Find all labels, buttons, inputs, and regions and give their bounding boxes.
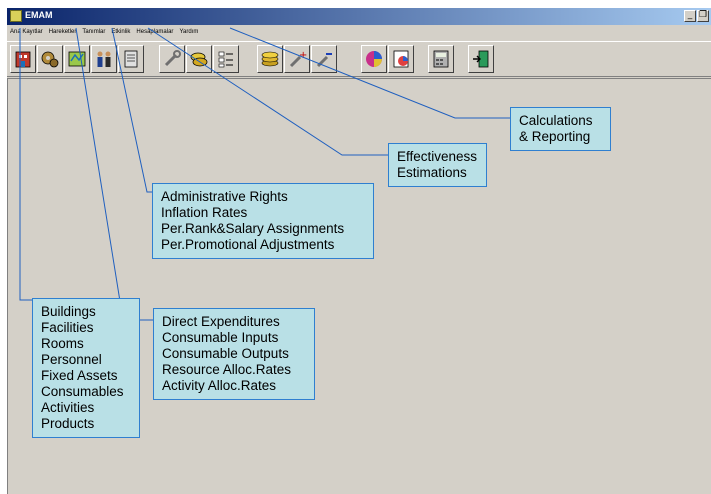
callout-transactions: Direct Expenditures Consumable Inputs Co… bbox=[153, 308, 315, 400]
callout-line: Fixed Assets bbox=[41, 368, 118, 383]
wrench-button[interactable] bbox=[159, 45, 185, 73]
calculator-button[interactable] bbox=[428, 45, 454, 73]
menu-hareketler[interactable]: Hareketler bbox=[46, 26, 80, 39]
callout-line: Per.Promotional Adjustments bbox=[161, 237, 335, 252]
callout-definitions: Administrative Rights Inflation Rates Pe… bbox=[152, 183, 374, 259]
coins-icon bbox=[190, 52, 208, 67]
money-button[interactable] bbox=[257, 45, 283, 73]
callout-line: Rooms bbox=[41, 336, 84, 351]
exit-door-icon bbox=[473, 50, 489, 68]
title-bar[interactable]: EMAM _ ❐ bbox=[7, 8, 711, 25]
callout-line: Consumables bbox=[41, 384, 124, 399]
callout-line: Buildings bbox=[41, 304, 96, 319]
tools-minus-button[interactable] bbox=[311, 45, 337, 73]
restore-button[interactable]: ❐ bbox=[697, 10, 709, 22]
records-button[interactable] bbox=[10, 45, 36, 73]
menu-etkinlik[interactable]: Etkinlik bbox=[108, 26, 133, 39]
pie-chart-button[interactable] bbox=[361, 45, 387, 73]
people-icon bbox=[97, 51, 111, 67]
app-icon bbox=[10, 10, 22, 22]
svg-text:+: + bbox=[299, 50, 307, 61]
callout-line: Direct Expenditures bbox=[162, 314, 280, 329]
callout-records: Buildings Facilities Rooms Personnel Fix… bbox=[32, 298, 140, 438]
callout-line: Consumable Inputs bbox=[162, 330, 279, 345]
callout-line: Activities bbox=[41, 400, 95, 415]
gears-icon bbox=[41, 51, 59, 68]
callout-line: Calculations bbox=[519, 113, 593, 128]
menu-yardim[interactable]: Yardım bbox=[176, 26, 201, 39]
coins-button[interactable] bbox=[186, 45, 212, 73]
tools-plus-button[interactable]: + bbox=[284, 45, 310, 73]
callout-line: Inflation Rates bbox=[161, 205, 248, 220]
map-icon bbox=[68, 51, 86, 67]
exit-button[interactable] bbox=[468, 45, 494, 73]
report-button[interactable] bbox=[388, 45, 414, 73]
money-stack-icon bbox=[261, 51, 279, 67]
callout-line: Per.Rank&Salary Assignments bbox=[161, 221, 345, 236]
gears-button[interactable] bbox=[37, 45, 63, 73]
callout-line: Administrative Rights bbox=[161, 189, 288, 204]
list-icon bbox=[218, 51, 233, 68]
callout-calculations: Calculations & Reporting bbox=[510, 107, 611, 151]
callout-line: Products bbox=[41, 416, 95, 431]
minimize-button[interactable]: _ bbox=[684, 10, 696, 22]
callout-line: & Reporting bbox=[519, 129, 591, 144]
tools-minus-icon bbox=[316, 53, 332, 68]
menu-hesaplamalar[interactable]: Hesaplamalar bbox=[133, 26, 176, 39]
report-chart-icon bbox=[393, 50, 409, 68]
building-icon bbox=[15, 51, 31, 68]
wrench-icon bbox=[164, 50, 181, 67]
calculator-icon bbox=[433, 50, 449, 68]
callout-effectiveness: Effectiveness Estimations bbox=[388, 143, 487, 187]
menu-bar: Ana Kayıtlar Hareketler Tanımlar Etkinli… bbox=[7, 26, 711, 39]
callout-line: Consumable Outputs bbox=[162, 346, 289, 361]
list-button[interactable] bbox=[213, 45, 239, 73]
document-icon bbox=[124, 50, 138, 68]
window-controls: _ ❐ bbox=[684, 10, 709, 23]
callout-line: Personnel bbox=[41, 352, 102, 367]
callout-line: Effectiveness bbox=[397, 149, 478, 164]
callout-line: Resource Alloc.Rates bbox=[162, 362, 292, 377]
menu-tanimlar[interactable]: Tanımlar bbox=[79, 26, 108, 39]
tools-plus-icon: + bbox=[289, 50, 307, 68]
callout-line: Activity Alloc.Rates bbox=[162, 378, 277, 393]
toolbar: + bbox=[7, 41, 711, 77]
window-title: EMAM bbox=[25, 10, 53, 20]
pie-chart-icon bbox=[366, 51, 382, 67]
definitions-button[interactable] bbox=[91, 45, 117, 73]
document-button[interactable] bbox=[118, 45, 144, 73]
callout-line: Facilities bbox=[41, 320, 94, 335]
transactions-button[interactable] bbox=[64, 45, 90, 73]
menu-ana-kayitlar[interactable]: Ana Kayıtlar bbox=[7, 26, 46, 39]
callout-line: Estimations bbox=[397, 165, 467, 180]
